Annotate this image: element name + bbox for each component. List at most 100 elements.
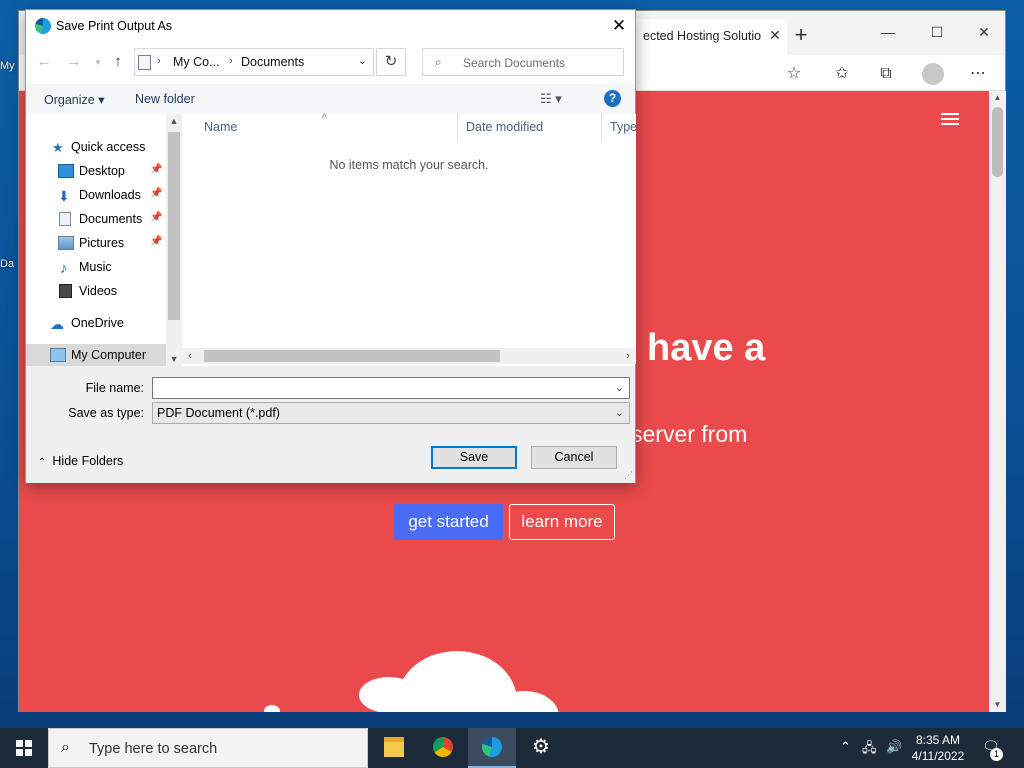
hero-heading: have a [647,327,766,369]
column-label: Name [204,120,238,134]
taskbar-settings[interactable]: ⚙ [517,728,565,768]
start-button[interactable] [0,728,48,768]
recent-locations-chevron-icon[interactable]: ▾ [88,52,108,72]
pin-icon: 📌 [150,164,163,175]
breadcrumb-my-computer[interactable]: My Co... [173,55,220,69]
page-scrollbar[interactable]: ▲ ▼ [989,91,1006,712]
nav-item-quick-access[interactable]: ★ Quick access [26,136,166,158]
refresh-button[interactable]: ↻ [376,48,406,76]
hero-subheading: server from [631,421,748,447]
settings-icon: ⚙ [532,736,550,758]
scroll-left-icon[interactable]: ‹ [182,348,198,364]
windows-logo-icon [16,740,32,756]
column-header-type[interactable]: Type [602,114,642,140]
nav-item-pictures[interactable]: Pictures 📌 [26,232,166,254]
nav-item-label: Videos [79,284,117,298]
address-bar[interactable]: › My Co... › Documents ⌄ [134,48,374,76]
nav-item-my-computer[interactable]: My Computer [26,344,166,366]
search-input[interactable]: ⌕ Search Documents [422,48,624,76]
tab-close-icon[interactable]: ✕ [767,27,783,43]
nav-item-downloads[interactable]: ⬇ Downloads 📌 [26,184,166,206]
new-tab-button[interactable]: + [791,24,811,46]
system-clock[interactable]: 8:35 AM 4/11/2022 [908,732,968,764]
help-icon[interactable]: ? [604,90,621,107]
file-list-hscrollbar[interactable]: ‹ › [182,348,636,364]
chevron-down-icon[interactable]: ⌄ [615,381,624,394]
scroll-down-icon[interactable]: ▼ [989,698,1006,712]
hamburger-menu-icon[interactable] [941,113,959,125]
scrollbar-thumb[interactable] [168,132,180,320]
scroll-down-icon[interactable]: ▼ [166,352,182,366]
address-dropdown-icon[interactable]: ⌄ [358,54,367,67]
organize-button[interactable]: Organize ▾ [44,92,104,107]
learn-more-button[interactable]: learn more [509,504,615,540]
nav-item-documents[interactable]: Documents 📌 [26,208,166,230]
pictures-icon [58,236,74,250]
desktop-icon-label[interactable]: Da [0,258,14,270]
nav-item-desktop[interactable]: Desktop 📌 [26,160,166,182]
nav-item-videos[interactable]: Videos [26,280,166,302]
nav-item-music[interactable]: ♪ Music [26,256,166,278]
save-type-select[interactable]: PDF Document (*.pdf) ⌄ [152,402,630,424]
hide-folders-label: Hide Folders [52,454,124,468]
dialog-title: Save Print Output As [56,19,173,33]
up-arrow-icon[interactable]: ↑ [108,52,128,72]
save-type-label: Save as type: [68,406,144,420]
more-icon[interactable]: ⋯ [967,63,989,85]
location-icon [138,55,151,70]
volume-icon[interactable]: 🔊 [886,739,902,755]
scroll-right-icon[interactable]: › [620,348,636,364]
cloud-icon: ☁ [50,316,64,332]
forward-arrow-icon[interactable]: → [64,52,84,72]
taskbar-search-placeholder: Type here to search [89,741,218,757]
taskbar-search-input[interactable]: ⌕ Type here to search [48,728,368,768]
favorite-add-icon[interactable]: ☆ [783,63,805,85]
clock-time: 8:35 AM [915,733,961,747]
navigation-scrollbar[interactable]: ▲ ▼ [166,114,182,366]
column-header-name[interactable]: Name ^ [196,113,458,140]
nav-item-label: OneDrive [71,316,124,330]
collections-icon[interactable]: ⧉ [875,63,897,85]
desktop-icon-label[interactable]: My [0,60,15,72]
dialog-titlebar: Save Print Output As ✕ [26,10,635,42]
minimize-button[interactable]: — [865,17,911,47]
show-hidden-icons-chevron-icon[interactable]: ⌃ [840,739,851,755]
maximize-button[interactable]: ☐ [914,17,960,47]
taskbar-edge[interactable] [468,728,516,768]
scrollbar-thumb[interactable] [992,107,1003,177]
change-view-icon[interactable]: ☷ ▾ [540,91,562,107]
breadcrumb-separator-icon[interactable]: › [157,55,161,67]
nav-item-label: Pictures [79,236,125,250]
scrollbar-thumb[interactable] [204,350,500,362]
dialog-close-icon[interactable]: ✕ [607,14,631,38]
close-window-button[interactable]: ✕ [961,17,1007,47]
favorites-icon[interactable]: ✩ [831,63,853,85]
clock-date: 4/11/2022 [911,749,965,763]
get-started-button[interactable]: get started [394,504,503,540]
edge-icon [35,18,51,34]
resize-grip-icon[interactable]: ⋰ [624,470,633,481]
cancel-button[interactable]: Cancel [531,446,617,469]
scroll-up-icon[interactable]: ▲ [989,91,1006,105]
hide-folders-button[interactable]: ⌃ Hide Folders [38,454,123,468]
taskbar-chrome[interactable] [419,728,467,768]
breadcrumb-documents[interactable]: Documents [241,55,304,69]
taskbar-file-explorer[interactable] [370,728,418,768]
nav-item-label: Music [79,260,112,274]
profile-icon[interactable] [922,63,944,85]
pin-icon: 📌 [150,188,163,199]
chevron-down-icon[interactable]: ⌄ [615,406,624,419]
column-header-date-modified[interactable]: Date modified [458,114,602,140]
save-button[interactable]: Save [431,446,517,469]
scroll-up-icon[interactable]: ▲ [166,114,182,128]
chevron-up-icon: ⌃ [38,457,47,468]
network-icon[interactable]: 🖧 [862,739,877,761]
back-arrow-icon[interactable]: ← [34,52,54,72]
file-explorer-icon [384,737,404,757]
nav-item-label: Documents [79,212,143,226]
nav-item-onedrive[interactable]: ☁ OneDrive [26,312,166,334]
new-folder-button[interactable]: New folder [135,92,195,106]
browser-tab[interactable]: ected Hosting Solution ✕ [631,19,787,55]
file-name-input[interactable]: ⌄ [152,377,630,399]
breadcrumb-separator-icon[interactable]: › [229,55,233,67]
